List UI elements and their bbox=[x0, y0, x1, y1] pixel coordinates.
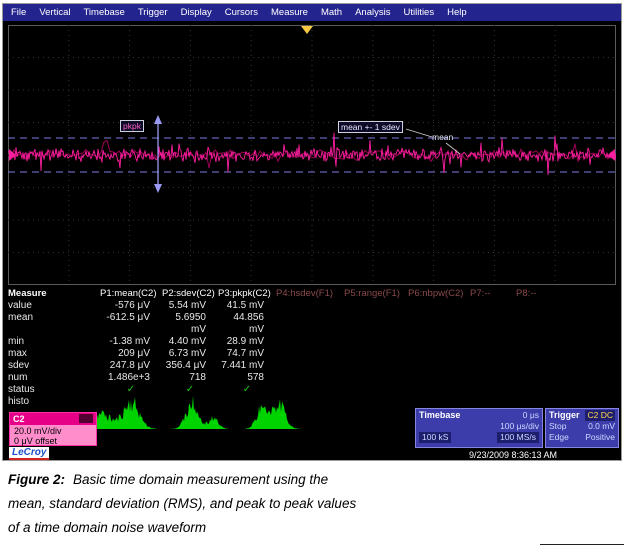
noise-trace-c2 bbox=[8, 133, 616, 176]
figure-caption-line2: mean, standard deviation (RMS), and peak… bbox=[8, 492, 614, 516]
menu-help[interactable]: Help bbox=[447, 7, 467, 18]
menu-measure[interactable]: Measure bbox=[271, 7, 308, 18]
histogram-p2 bbox=[163, 388, 233, 430]
timebase-position: 0 μs bbox=[523, 410, 539, 421]
measure-value: 74.7 mV bbox=[218, 348, 276, 360]
trigger-time-marker[interactable] bbox=[301, 26, 313, 34]
measure-value: 7.441 mV bbox=[218, 360, 276, 372]
menu-timebase[interactable]: Timebase bbox=[83, 7, 124, 18]
measure-value: 209 μV bbox=[100, 348, 162, 360]
param-header-p1[interactable]: P1:mean(C2) bbox=[100, 288, 162, 300]
measure-value: -576 μV bbox=[100, 300, 162, 312]
trigger-type: Edge bbox=[549, 432, 569, 443]
channel-scale: 20.0 mV/div bbox=[14, 426, 92, 436]
param-header-p4[interactable]: P4:hsdev(F1) bbox=[276, 288, 344, 300]
menu-cursors[interactable]: Cursors bbox=[225, 7, 258, 18]
menu-math[interactable]: Math bbox=[321, 7, 342, 18]
trigger-level: 0.0 mV bbox=[588, 421, 615, 432]
waveform-plot bbox=[8, 25, 616, 285]
trigger-source: C2 DC bbox=[585, 410, 615, 421]
channel-name: C2 bbox=[13, 413, 25, 425]
figure-caption: Figure 2: Basic time domain measurement u… bbox=[8, 468, 614, 540]
measure-value: 578 bbox=[218, 372, 276, 384]
measure-value: 28.9 mV bbox=[218, 336, 276, 348]
trigger-level-marker-right[interactable] bbox=[608, 149, 615, 161]
menu-trigger[interactable]: Trigger bbox=[138, 7, 168, 18]
channel-trace-icon bbox=[79, 414, 93, 423]
menu-utilities[interactable]: Utilities bbox=[403, 7, 434, 18]
measure-value: 1.486e+3 bbox=[100, 372, 162, 384]
menu-vertical[interactable]: Vertical bbox=[39, 7, 70, 18]
channel-c2-descriptor[interactable]: C2 20.0 mV/div 0 μV offset bbox=[9, 412, 97, 446]
histogram-row bbox=[77, 388, 303, 430]
timebase-label: Timebase bbox=[419, 410, 460, 421]
page-rule bbox=[540, 544, 624, 545]
measure-value: -612.5 μV bbox=[100, 312, 162, 336]
row-label: max bbox=[8, 348, 100, 360]
row-label: value bbox=[8, 300, 100, 312]
param-header-p2[interactable]: P2:sdev(C2) bbox=[162, 288, 218, 300]
figure-caption-label: Figure 2: bbox=[8, 472, 65, 487]
mean-sdev-label: mean +- 1 sdev bbox=[338, 121, 403, 133]
histogram-p3 bbox=[239, 388, 303, 430]
timebase-samples: 100 kS bbox=[419, 432, 451, 443]
param-header-p6[interactable]: P6:nbpw(C2) bbox=[408, 288, 470, 300]
measure-value: 5.6950 mV bbox=[162, 312, 218, 336]
menu-bar: File Vertical Timebase Trigger Display C… bbox=[3, 4, 621, 21]
row-label: mean bbox=[8, 312, 100, 336]
channel-offset: 0 μV offset bbox=[14, 436, 92, 446]
mean-sdev-leader bbox=[406, 129, 432, 137]
measure-value: 718 bbox=[162, 372, 218, 384]
row-label: sdev bbox=[8, 360, 100, 372]
waveform-grid: pkpk mean +- 1 sdev mean bbox=[8, 25, 616, 285]
measure-title: Measure bbox=[8, 288, 100, 300]
figure-caption-line3: of a time domain noise waveform bbox=[8, 516, 614, 540]
timebase-rate: 100 MS/s bbox=[497, 432, 539, 443]
timebase-descriptor[interactable]: Timebase 0 μs 100 μs/div 100 kS 100 MS/s bbox=[415, 408, 543, 448]
measure-value: -1.38 mV bbox=[100, 336, 162, 348]
timebase-scale: 100 μs/div bbox=[500, 421, 539, 432]
row-label: min bbox=[8, 336, 100, 348]
datetime-display: 9/23/2009 8:36:13 AM bbox=[433, 450, 593, 460]
menu-display[interactable]: Display bbox=[181, 7, 212, 18]
param-header-p5[interactable]: P5:range(F1) bbox=[344, 288, 408, 300]
trigger-slope: Positive bbox=[585, 432, 615, 443]
param-header-p8[interactable]: P8:-- bbox=[516, 288, 558, 300]
menu-file[interactable]: File bbox=[11, 7, 26, 18]
measure-value: 5.54 mV bbox=[162, 300, 218, 312]
row-label: num bbox=[8, 372, 100, 384]
menu-analysis[interactable]: Analysis bbox=[355, 7, 390, 18]
trigger-descriptor[interactable]: Trigger C2 DC Stop 0.0 mV Edge Positive bbox=[545, 408, 619, 448]
measure-value: 41.5 mV bbox=[218, 300, 276, 312]
pkpk-label: pkpk bbox=[120, 120, 144, 132]
measure-value: 247.8 μV bbox=[100, 360, 162, 372]
oscilloscope-screen: File Vertical Timebase Trigger Display C… bbox=[2, 3, 622, 461]
param-header-p7[interactable]: P7:-- bbox=[470, 288, 516, 300]
trigger-mode: Stop bbox=[549, 421, 567, 432]
lecroy-logo: LeCroy bbox=[9, 447, 49, 460]
trigger-label: Trigger bbox=[549, 410, 580, 421]
measure-value: 4.40 mV bbox=[162, 336, 218, 348]
param-header-p3[interactable]: P3:pkpk(C2) bbox=[218, 288, 276, 300]
figure-caption-line1: Basic time domain measurement using the bbox=[73, 472, 328, 487]
measure-value: 6.73 mV bbox=[162, 348, 218, 360]
measure-value: 356.4 μV bbox=[162, 360, 218, 372]
mean-label: mean bbox=[432, 132, 453, 142]
measure-value: 44.856 mV bbox=[218, 312, 276, 336]
